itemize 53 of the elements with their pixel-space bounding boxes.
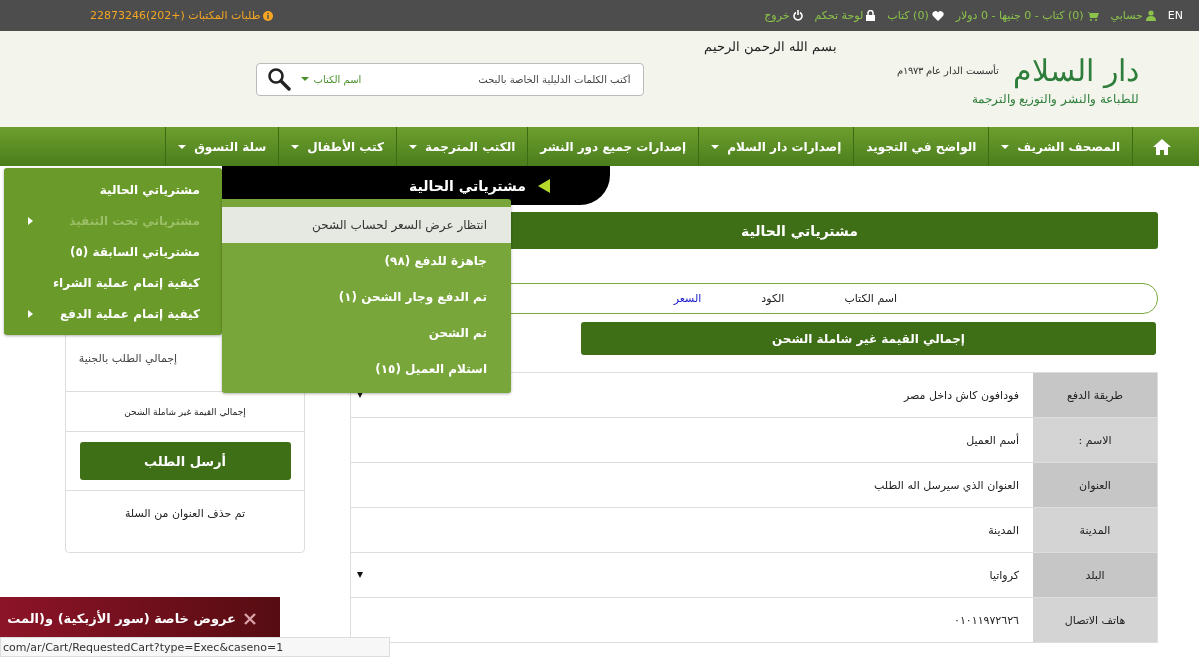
order-total-label: إجمالي الطلب بالجنية — [78, 351, 178, 368]
field-value: العنوان الذي سيرسل اله الطلب — [350, 463, 1033, 507]
field-label: هاتف الاتصال — [1033, 598, 1157, 642]
select-field[interactable]: كرواتيا — [350, 553, 1033, 597]
menu-item[interactable]: مشترياتي السابقة (٥) — [4, 236, 222, 267]
column-header: اسم الكتاب — [844, 292, 897, 305]
field-label: العنوان — [1033, 463, 1157, 507]
status-message: تم حذف العنوان من السلة — [124, 507, 246, 520]
language-link[interactable]: EN — [1167, 9, 1183, 22]
field-label: المدينة — [1033, 508, 1157, 552]
menu-item[interactable]: كيفية إتمام عملية الدفع — [4, 298, 222, 329]
field-label: طريقة الدفع — [1033, 373, 1157, 417]
cart-link[interactable]: (0) كتاب - 0 جنيها - 0 دولار — [955, 9, 1084, 22]
triangle-icon — [538, 178, 550, 193]
wishlist-link[interactable]: (0) كتاب — [887, 9, 929, 22]
submenu-item[interactable]: تم الدفع وجار الشحن (١) — [222, 279, 511, 315]
field-value: المدينة — [350, 508, 1033, 552]
menu-item[interactable]: مشترياتي الحالية — [4, 174, 222, 205]
nav-menu-item[interactable]: المصحف الشريف — [988, 127, 1132, 166]
heart-icon — [931, 10, 944, 21]
cart-icon — [1086, 10, 1099, 21]
menu-item[interactable]: كيفية إتمام عملية الشراء — [4, 267, 222, 298]
nav-menu-item[interactable]: الواضح في التجويد — [853, 127, 989, 166]
dashboard-link[interactable]: لوحة تحكم — [814, 9, 864, 22]
lock-icon — [866, 10, 876, 21]
field-value: أسم العميل — [350, 418, 1033, 462]
submenu-item[interactable]: انتظار عرض السعر لحساب الشحن — [222, 207, 511, 243]
logo-subtitle: للطباعة والنشر والتوزيع والترجمة — [970, 91, 1139, 106]
home-icon[interactable] — [1153, 138, 1171, 155]
close-icon[interactable] — [244, 612, 256, 625]
field-label: الاسم : — [1033, 418, 1157, 462]
submenu-item[interactable]: تم الشحن — [222, 315, 511, 351]
user-icon — [1145, 10, 1156, 21]
library-orders-link[interactable]: طلبات المكتبات (+202)22873246 — [90, 9, 261, 22]
account-link[interactable]: حسابي — [1110, 9, 1143, 22]
breadcrumb-text: مشترياتي الحالية — [409, 177, 526, 194]
column-sort-link[interactable]: السعر — [673, 292, 702, 305]
total-note-text: إجمالي القيمة غير شاملة الشحن — [124, 406, 246, 417]
logo-title[interactable]: دار السلام — [1013, 52, 1139, 88]
field-label: البلد — [1033, 553, 1157, 597]
promo-text: عروض خاصة (سور الأزبكية) و(المت — [7, 611, 236, 626]
power-icon — [792, 10, 803, 21]
logout-link[interactable]: خروج — [764, 9, 790, 22]
search-icon[interactable] — [266, 67, 291, 91]
basmala-text: بسم الله الرحمن الرحيم — [703, 39, 837, 54]
search-scope-dropdown[interactable]: اسم الكتاب — [300, 73, 362, 85]
column-header: الكود — [761, 292, 785, 305]
nav-menu-item[interactable]: إصدارات دار السلام — [698, 127, 854, 166]
status-url-bar: com/ar/Cart/RequestedCart?type=Exec&caseno=1 — [0, 637, 390, 657]
info-icon — [263, 10, 274, 21]
logo-founded-text: تأسست الدار عام ١٩٧٣م — [896, 64, 1000, 76]
total-value-bar: إجمالي القيمة غير شاملة الشحن — [581, 322, 1156, 355]
submit-order-button[interactable]: أرسل الطلب — [79, 442, 291, 480]
